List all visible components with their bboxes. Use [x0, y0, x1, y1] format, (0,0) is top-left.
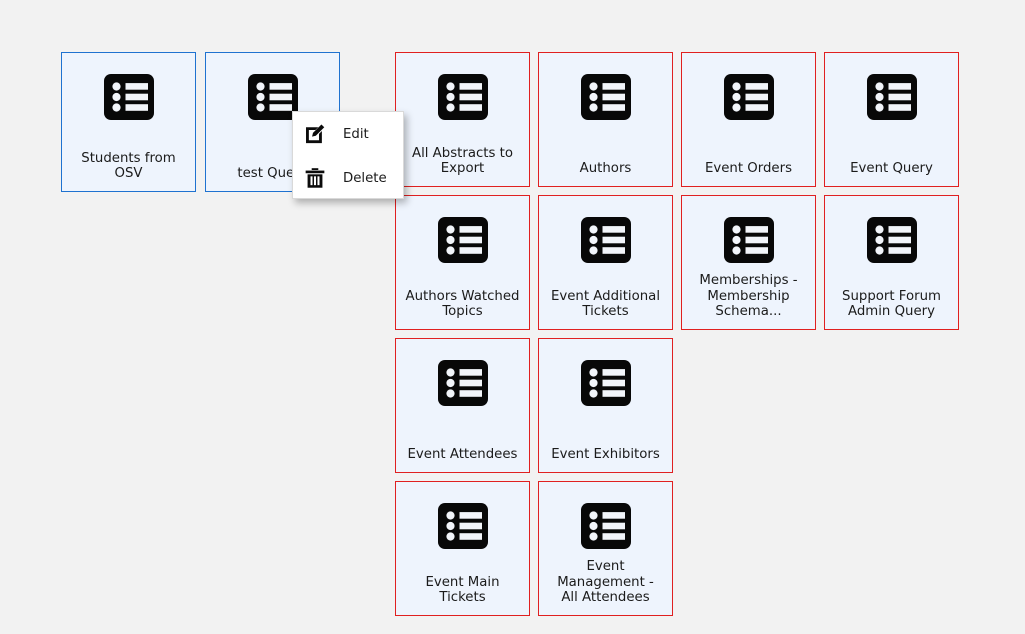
list-icon — [722, 70, 776, 124]
query-tile[interactable]: Event Query — [824, 52, 959, 187]
query-tile-label: Event Main Tickets — [425, 574, 500, 606]
query-tile[interactable]: Authors — [538, 52, 673, 187]
query-tile[interactable]: Students from OSV — [61, 52, 196, 192]
list-icon — [102, 70, 156, 124]
list-icon — [436, 213, 490, 267]
query-tile-label: Event Attendees — [407, 447, 518, 463]
edit-pencil-icon — [304, 123, 326, 145]
trash-icon — [304, 167, 326, 189]
query-tile[interactable]: Authors Watched Topics — [395, 195, 530, 330]
context-menu-item-edit[interactable]: Edit — [293, 112, 405, 156]
query-tile-label: Authors — [579, 161, 632, 177]
list-icon — [436, 356, 490, 410]
list-icon — [579, 213, 633, 267]
query-tile-label: Event Query — [850, 161, 933, 177]
context-menu[interactable]: Edit Delete — [292, 111, 404, 199]
query-tile[interactable]: All Abstracts to Export — [395, 52, 530, 187]
query-tile-label: Event Orders — [704, 161, 793, 177]
list-icon — [579, 356, 633, 410]
list-icon — [436, 70, 490, 124]
query-tile-label: Students from OSV — [81, 150, 176, 182]
list-icon — [865, 70, 919, 124]
list-icon — [579, 70, 633, 124]
query-tile-label: Event Additional Tickets — [550, 288, 661, 320]
query-tile[interactable]: Support Forum Admin Query — [824, 195, 959, 330]
query-tile[interactable]: Event Exhibitors — [538, 338, 673, 473]
query-tile-label: Support Forum Admin Query — [842, 288, 941, 320]
query-tile[interactable]: Event Additional Tickets — [538, 195, 673, 330]
query-tile-label: Event Management - All Attendees — [557, 559, 654, 606]
query-tile-label: Authors Watched Topics — [405, 288, 520, 320]
context-menu-item-delete[interactable]: Delete — [293, 156, 405, 200]
query-tile[interactable]: Memberships - Membership Schema... — [681, 195, 816, 330]
query-tile-label: Memberships - Membership Schema... — [699, 273, 798, 320]
list-icon — [579, 499, 633, 553]
query-tile[interactable]: Event Attendees — [395, 338, 530, 473]
query-tile[interactable]: Event Main Tickets — [395, 481, 530, 616]
query-tile-label: All Abstracts to Export — [411, 145, 514, 177]
query-tile[interactable]: Event Orders — [681, 52, 816, 187]
query-tile[interactable]: Event Management - All Attendees — [538, 481, 673, 616]
list-icon — [436, 499, 490, 553]
query-tile-label: Event Exhibitors — [551, 447, 660, 463]
context-menu-item-edit-label: Edit — [343, 126, 369, 142]
list-icon — [865, 213, 919, 267]
tile-canvas: Students from OSV test Query All Abstracts… — [0, 0, 1025, 634]
list-icon — [722, 213, 776, 267]
context-menu-item-delete-label: Delete — [343, 170, 387, 186]
